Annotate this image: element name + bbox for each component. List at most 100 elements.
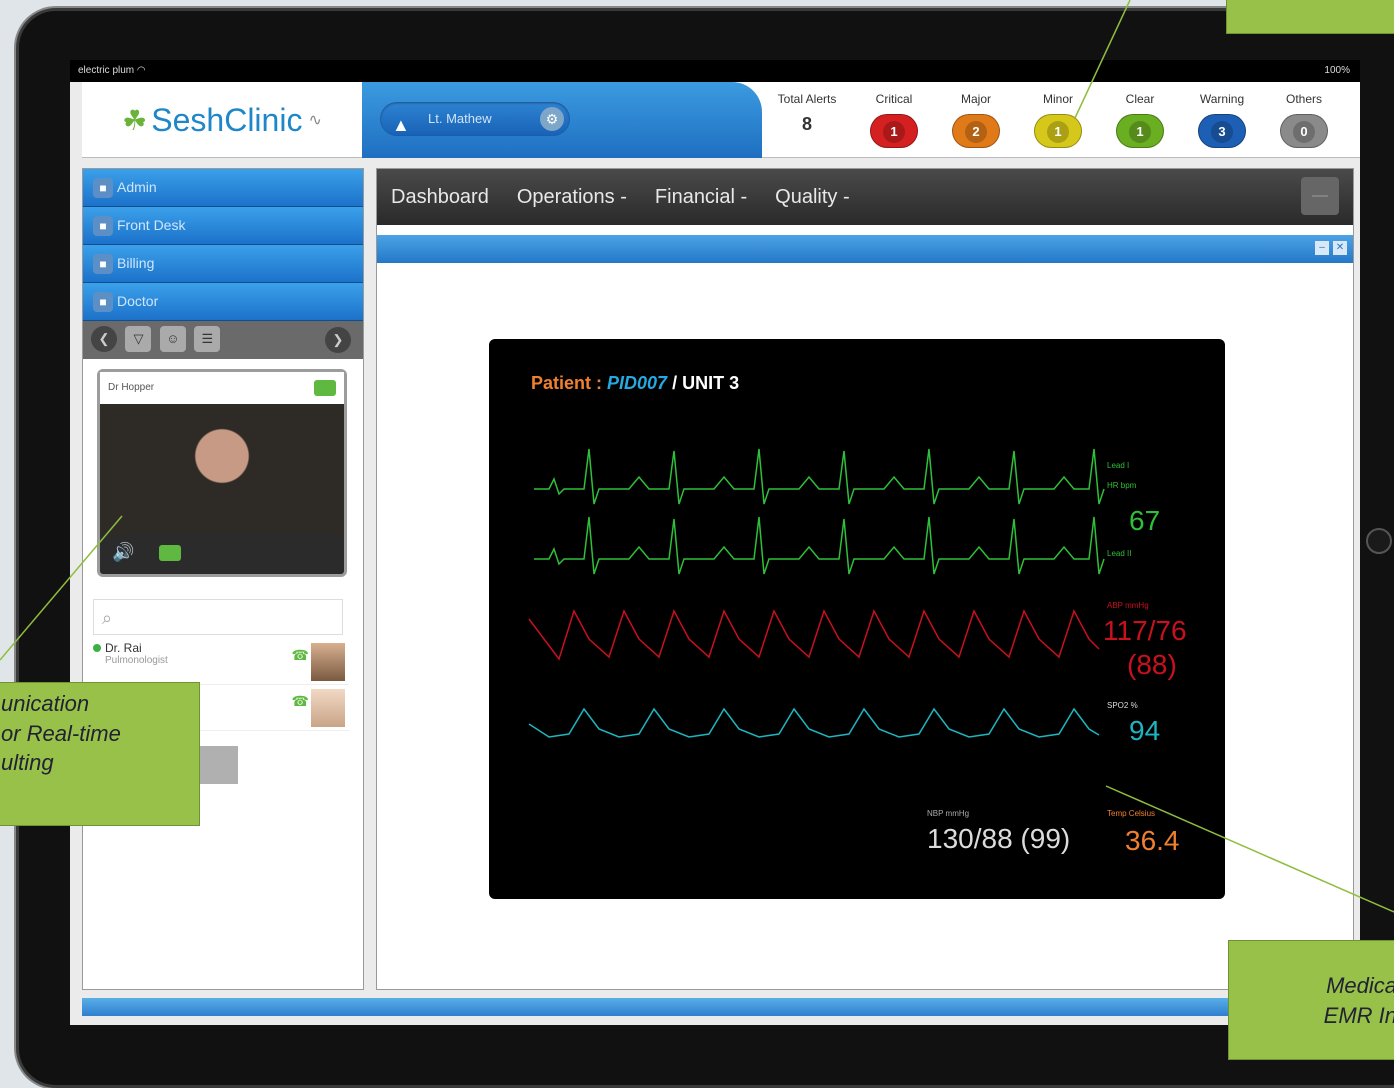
alert-clear[interactable]: Clear 1 — [1108, 82, 1172, 158]
alert-count: 1 — [1129, 121, 1151, 143]
temp-value: 36.4 — [1125, 825, 1180, 856]
sidebar-item-label: Front Desk — [117, 217, 186, 233]
phone-icon[interactable]: ☎ — [292, 693, 309, 710]
alerts-callout — [1226, 0, 1394, 34]
sidebar-item-admin[interactable]: ■ Admin — [83, 169, 363, 207]
user-menu[interactable]: ▲ Lt. Mathew ⚙ — [380, 102, 570, 136]
menu-quality[interactable]: Quality - — [775, 186, 849, 209]
sidebar-item-label: Doctor — [117, 293, 159, 309]
menu-dashboard[interactable]: Dashboard — [391, 186, 489, 209]
lead2-label: Lead II — [1107, 549, 1132, 558]
admin-icon: ■ — [93, 178, 113, 199]
alert-count-badge[interactable]: 1 — [870, 114, 918, 148]
alert-count-badge[interactable]: 2 — [952, 114, 1000, 148]
app-header: ☘ SeshClinic ∿ ▲ Lt. Mathew ⚙ Total Aler… — [82, 82, 1360, 158]
carrier-label: electric plum — [78, 65, 135, 76]
billing-icon: ■ — [93, 254, 113, 275]
alert-count-badge[interactable]: 3 — [1198, 114, 1246, 148]
alert-critical[interactable]: Critical 1 — [862, 82, 926, 158]
alert-label: Major — [960, 92, 991, 106]
callout-line: Medica — [1326, 973, 1394, 998]
gear-icon[interactable]: ⚙ — [540, 107, 564, 131]
avatar — [311, 643, 345, 681]
screen: electric plum ◠ 100% ☘ SeshClinic ∿ ▲ Lt… — [70, 60, 1360, 1025]
menu-financial[interactable]: Financial - — [655, 186, 747, 209]
online-status-icon — [93, 644, 101, 652]
total-alerts-value: 8 — [801, 114, 812, 134]
leaf-icon: ☘ — [122, 104, 148, 136]
patient-monitor: Patient : PID007 / UNIT 3 Lead I HR bpm … — [489, 339, 1225, 899]
people-icon[interactable]: ☺ — [159, 326, 186, 352]
alert-warning[interactable]: Warning 3 — [1190, 82, 1254, 158]
temp-label: Temp Celsius — [1107, 809, 1156, 818]
video-controls: 🔊 — [100, 534, 344, 574]
filter-icon[interactable]: ▽ — [125, 326, 152, 352]
speaker-icon[interactable]: 🔊 — [112, 542, 134, 562]
video-camera-icon[interactable] — [159, 545, 182, 562]
spo2-waveform — [528, 707, 1100, 738]
alert-major[interactable]: Major 2 — [944, 82, 1008, 158]
menu-toggle-button[interactable]: — — [1301, 177, 1339, 215]
alert-others[interactable]: Others 0 — [1272, 82, 1336, 158]
panel-title-bar: – ✕ — [377, 235, 1353, 263]
total-alerts-label: Total Alerts — [777, 92, 837, 106]
total-alerts[interactable]: Total Alerts 8 — [762, 82, 852, 158]
pulse-icon: ∿ — [308, 112, 322, 129]
sidebar: ■ Admin ■ Front Desk ■ Billing ■ Doctor ❮ ▽ ☺ ☰… — [82, 168, 364, 990]
abp-waveform — [528, 609, 1100, 661]
close-icon[interactable]: ✕ — [1333, 241, 1347, 255]
abp-mean: (88) — [1127, 649, 1177, 680]
sidebar-item-billing[interactable]: ■ Billing — [83, 245, 363, 283]
lead1-label: Lead I — [1107, 461, 1130, 470]
callout-line: EMR In — [1323, 1002, 1394, 1028]
contact-name: Dr. Rai — [105, 641, 142, 655]
video-call-panel: Dr Hopper 🔊 — [97, 369, 347, 577]
communication-callout: unication or Real-time ulting — [0, 682, 200, 826]
ecg-lead2-waveform — [534, 516, 1105, 575]
callout-line: ulting — [1, 750, 54, 776]
camera-icon[interactable] — [314, 380, 336, 396]
sidebar-toolbar: ❮ ▽ ☺ ☰ ❯ — [83, 321, 363, 359]
alert-count-badge[interactable]: 0 — [1280, 114, 1328, 148]
abp-value: 117/76 — [1103, 615, 1187, 646]
wifi-icon: ◠ — [136, 65, 146, 76]
main-content: Dashboard Operations - Financial - Quali… — [376, 168, 1354, 990]
callout-line: unication — [1, 691, 90, 716]
contact-item[interactable]: Dr. Rai Pulmonologist ☎ — [93, 641, 349, 685]
alert-label: Clear — [1125, 92, 1155, 106]
sidebar-item-front-desk[interactable]: ■ Front Desk — [83, 207, 363, 245]
status-bar: electric plum ◠ 100% — [70, 60, 1360, 82]
callout-line: or Real-time — [1, 720, 121, 746]
alert-count-badge[interactable]: 1 — [1116, 114, 1164, 148]
front-desk-icon: ■ — [93, 216, 113, 237]
nbp-value: 130/88 (99) — [927, 823, 1071, 854]
nbp-label: NBP mmHg — [927, 809, 970, 818]
alert-minor[interactable]: Minor 1 — [1026, 82, 1090, 158]
hr-label: HR bpm — [1107, 481, 1137, 490]
alert-count: 0 — [1293, 121, 1315, 143]
search-icon: ⌕ — [102, 608, 113, 628]
contact-search-input[interactable]: ⌕ — [93, 599, 343, 635]
alert-label: Others — [1285, 92, 1322, 106]
spo2-value: 94 — [1129, 715, 1161, 746]
alert-count: 3 — [1211, 121, 1233, 143]
next-icon[interactable]: ❯ — [325, 327, 351, 353]
ecg-lead1-waveform — [534, 448, 1105, 505]
abp-label: ABP mmHg — [1107, 601, 1149, 610]
home-button[interactable] — [1366, 528, 1392, 554]
user-name: Lt. Mathew — [428, 111, 492, 126]
minimize-icon[interactable]: – — [1315, 241, 1329, 255]
sidebar-item-label: Admin — [117, 179, 157, 195]
logo-text: SeshClinic — [151, 101, 303, 138]
alert-count-badge[interactable]: 1 — [1034, 114, 1082, 148]
emr-callout: Medica EMR In — [1228, 940, 1394, 1060]
phone-icon[interactable]: ☎ — [292, 647, 309, 664]
list-icon[interactable]: ☰ — [194, 326, 221, 352]
app-logo[interactable]: ☘ SeshClinic ∿ — [82, 82, 362, 158]
alert-label: Warning — [1199, 92, 1245, 106]
menu-operations[interactable]: Operations - — [517, 186, 627, 209]
prev-icon[interactable]: ❮ — [91, 326, 117, 352]
hr-value: 67 — [1129, 505, 1161, 536]
sidebar-item-doctor[interactable]: ■ Doctor — [83, 283, 363, 321]
user-bar: ▲ Lt. Mathew ⚙ — [362, 82, 762, 158]
